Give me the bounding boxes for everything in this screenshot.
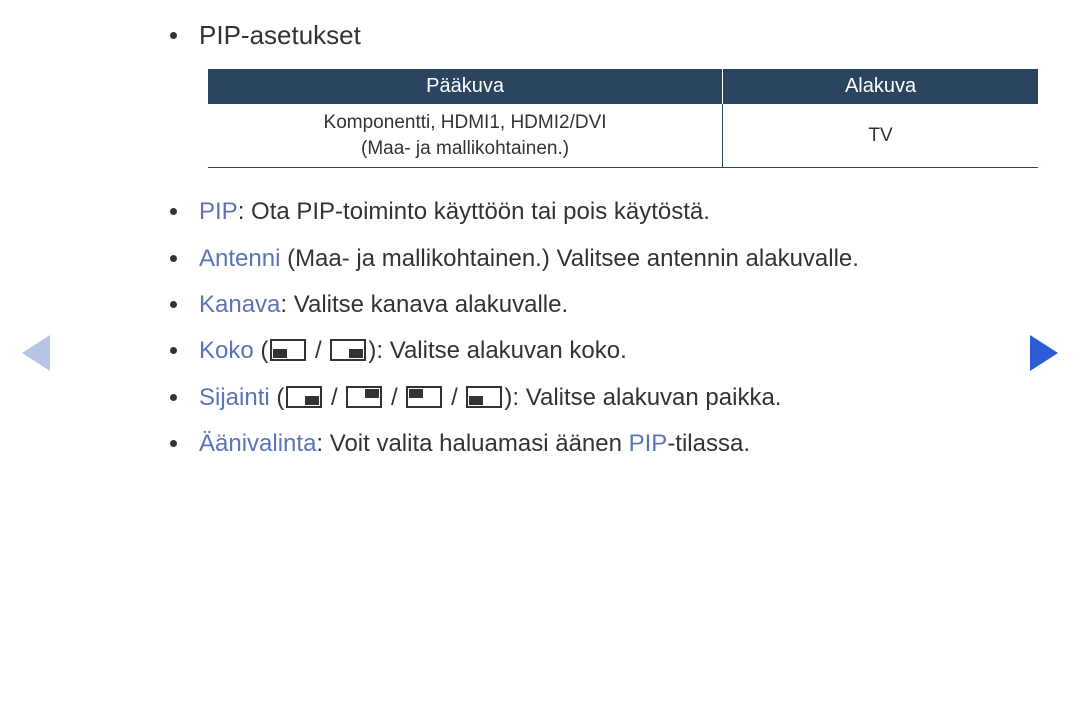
item-text: ): Valitse alakuvan paikka. xyxy=(504,384,781,411)
page-title-row: PIP-asetukset xyxy=(170,20,910,51)
item-text: ( xyxy=(270,384,285,411)
item-text: ( xyxy=(254,337,269,364)
item-text: ): Valitse alakuvan koko. xyxy=(368,337,626,364)
nav-prev-icon[interactable] xyxy=(22,335,50,371)
item-text: : Voit valita haluamasi äänen xyxy=(316,430,628,457)
bullet-icon xyxy=(170,394,177,401)
keyword: Koko xyxy=(199,337,254,364)
position-icon xyxy=(466,386,502,408)
bullet-icon xyxy=(170,255,177,262)
options-list: PIP: Ota PIP-toiminto käyttöön tai pois … xyxy=(170,196,910,460)
table-cell-sub: TV xyxy=(723,104,1038,168)
keyword: Äänivalinta xyxy=(199,430,316,457)
list-item: Kanava: Valitse kanava alakuvalle. xyxy=(170,289,910,321)
nav-next-icon[interactable] xyxy=(1030,335,1058,371)
keyword: Antenni xyxy=(199,245,280,272)
size-icon xyxy=(270,339,306,361)
item-text: -tilassa. xyxy=(667,430,750,457)
page-content: PIP-asetukset Pääkuva Alakuva Komponentt… xyxy=(0,0,1080,495)
item-text: : Ota PIP-toiminto käyttöön tai pois käy… xyxy=(238,198,710,225)
position-icon xyxy=(406,386,442,408)
list-item: Äänivalinta: Voit valita haluamasi äänen… xyxy=(170,428,910,460)
sep: / xyxy=(444,384,464,411)
list-item: PIP: Ota PIP-toiminto käyttöön tai pois … xyxy=(170,196,910,228)
table-cell-main: Komponentti, HDMI1, HDMI2/DVI (Maa- ja m… xyxy=(208,104,723,168)
bullet-icon xyxy=(170,208,177,215)
bullet-icon xyxy=(170,32,177,39)
table-cell-line: Komponentti, HDMI1, HDMI2/DVI xyxy=(216,110,714,136)
keyword: Sijainti xyxy=(199,384,270,411)
bullet-icon xyxy=(170,301,177,308)
keyword: Kanava xyxy=(199,291,280,318)
keyword: PIP xyxy=(199,198,238,225)
sep: / xyxy=(324,384,344,411)
size-icon xyxy=(330,339,366,361)
keyword: PIP xyxy=(629,430,668,457)
table-header: Pääkuva xyxy=(208,69,723,104)
sep: / xyxy=(308,337,328,364)
sep: / xyxy=(384,384,404,411)
item-text: (Maa- ja mallikohtainen.) Valitsee anten… xyxy=(280,245,859,272)
list-item: Antenni (Maa- ja mallikohtainen.) Valits… xyxy=(170,243,910,275)
list-item: Sijainti ( / / / ): Valitse alakuvan pai… xyxy=(170,382,910,414)
bullet-icon xyxy=(170,440,177,447)
pip-table: Pääkuva Alakuva Komponentti, HDMI1, HDMI… xyxy=(208,69,1038,168)
item-text: : Valitse kanava alakuvalle. xyxy=(280,291,568,318)
bullet-icon xyxy=(170,347,177,354)
page-title: PIP-asetukset xyxy=(199,20,361,51)
position-icon xyxy=(346,386,382,408)
table-cell-line: (Maa- ja mallikohtainen.) xyxy=(216,136,714,162)
table-header: Alakuva xyxy=(723,69,1038,104)
list-item: Koko ( / ): Valitse alakuvan koko. xyxy=(170,335,910,367)
position-icon xyxy=(286,386,322,408)
